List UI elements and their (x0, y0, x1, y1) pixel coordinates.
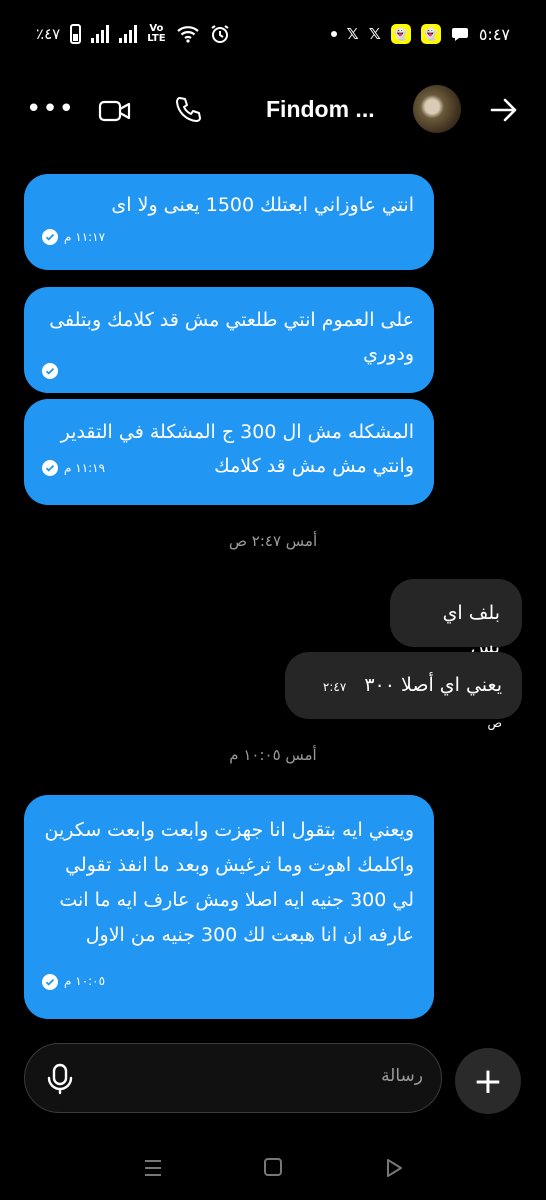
battery-icon (70, 24, 82, 44)
system-nav-bar (0, 1150, 546, 1190)
contact-name[interactable]: Findom ... (266, 96, 375, 123)
message-text: على العموم انتي طلعتي مش قد كلامك وبتلفى… (49, 309, 414, 365)
message-composer[interactable] (24, 1043, 442, 1113)
battery-percent: ٪٤٧ (36, 25, 61, 43)
message-bubble[interactable]: انتي عاوزاني ابعتلك 1500 يعنى ولا اى ١١:… (24, 174, 434, 270)
more-options-icon[interactable]: ••• (26, 94, 75, 124)
read-check-icon (42, 229, 58, 245)
message-meta: ١١:١٩ م (42, 451, 105, 485)
x-app-icon: 𝕏 (346, 25, 359, 43)
message-bubble[interactable]: ويعني ايه بتقول انا جهزت وابعت وابعت سكر… (24, 795, 434, 1019)
microphone-icon[interactable] (45, 1063, 75, 1095)
read-check-icon (42, 973, 58, 990)
status-left: ٪٤٧ Vo LTE (36, 24, 230, 44)
message-time: ١٠:٠٥ م (64, 974, 106, 988)
wifi-icon (176, 26, 199, 43)
message-input[interactable] (123, 1066, 423, 1086)
message-meta: ١١:١٧ م (42, 220, 105, 254)
back-arrow-icon[interactable] (488, 94, 520, 126)
status-bar: ٪٤٧ Vo LTE 𝕏 𝕏 👻 👻 ٥:٤٧ (0, 0, 546, 72)
add-attachment-button[interactable]: + (455, 1048, 521, 1114)
volte-icon: Vo LTE (147, 23, 166, 44)
chat-bubble-icon (451, 28, 468, 41)
message-text: انتي عاوزاني ابعتلك 1500 يعنى ولا اى (111, 194, 414, 216)
notification-dot-icon (330, 31, 337, 37)
signal-icon (91, 25, 110, 43)
x-app-icon-2: 𝕏 (368, 25, 381, 43)
message-bubble[interactable]: المشكله مش ال 300 ج المشكلة في التقدير و… (24, 399, 434, 505)
nav-back-icon[interactable] (384, 1158, 404, 1178)
incoming-bubble[interactable]: بلف اي بس (390, 579, 522, 658)
message-meta (42, 363, 58, 379)
status-right: 𝕏 𝕏 👻 👻 ٥:٤٧ (330, 24, 510, 44)
chat-header: ••• Findom ... (0, 72, 546, 148)
incoming-bubble[interactable]: يعني اي أصلا ٣٠٠ ٢:٤٧ ص (285, 652, 522, 730)
phone-call-icon[interactable] (172, 94, 204, 126)
message-text: يعني اي أصلا ٣٠٠ (364, 674, 502, 696)
message-text: ويعني ايه بتقول انا جهزت وابعت وابعت سكر… (44, 819, 415, 946)
clock: ٥:٤٧ (478, 24, 510, 44)
snapchat-icon: 👻 (390, 24, 411, 44)
message-meta: ١٠:٠٥ م (42, 964, 105, 999)
message-time: ١١:١٩ م (64, 461, 106, 475)
signal-icon-2 (119, 25, 138, 43)
video-call-icon[interactable] (98, 99, 132, 123)
avatar[interactable] (413, 85, 461, 133)
read-check-icon (42, 363, 58, 379)
home-icon[interactable] (264, 1158, 282, 1176)
message-bubble[interactable]: على العموم انتي طلعتي مش قد كلامك وبتلفى… (24, 287, 434, 393)
read-check-icon (42, 460, 58, 476)
message-time: ١١:١٧ م (64, 230, 106, 244)
alarm-icon (211, 25, 229, 43)
recent-apps-icon[interactable] (144, 1158, 162, 1178)
day-separator: أمس ٢:٤٧ ص (228, 532, 318, 550)
snapchat-icon-2: 👻 (420, 24, 441, 44)
day-separator: أمس ١٠:٠٥ م (229, 746, 317, 764)
